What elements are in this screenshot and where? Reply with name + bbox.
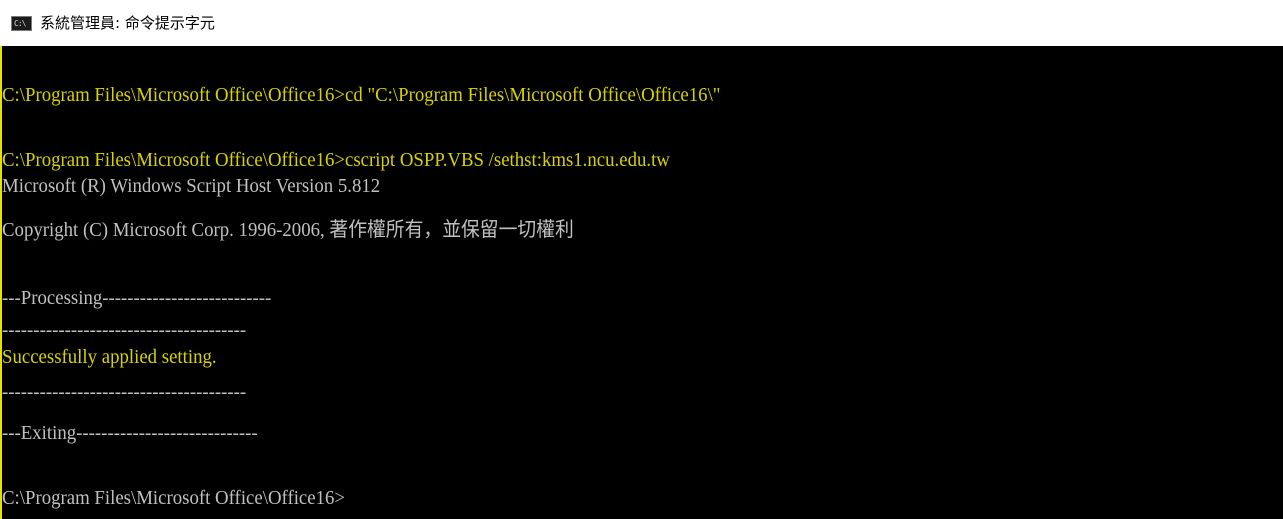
console-output[interactable]: C:\Program Files\Microsoft Office\Office… [0, 46, 1283, 519]
cmd-icon[interactable]: C:\ [11, 16, 32, 31]
window-title: 系統管理員: 命令提示字元 [40, 14, 215, 32]
window-titlebar: C:\ 系統管理員: 命令提示字元 [0, 0, 1283, 46]
console-line-cscript: C:\Program Files\Microsoft Office\Office… [2, 149, 670, 171]
console-line-success: Successfully applied setting. [2, 346, 217, 368]
console-line-cd: C:\Program Files\Microsoft Office\Office… [2, 84, 721, 106]
console-line-exiting: ---Exiting----------------------------- [2, 422, 258, 444]
console-line-wsh-version: Microsoft (R) Windows Script Host Versio… [2, 175, 381, 197]
console-line-copyright: Copyright (C) Microsoft Corp. 1996-2006,… [2, 219, 574, 241]
console-line-separator-1: --------------------------------------- [2, 319, 247, 341]
cmd-icon-glyph: C:\ [14, 19, 26, 28]
console-line-prompt[interactable]: C:\Program Files\Microsoft Office\Office… [2, 486, 345, 510]
console-line-processing: ---Processing--------------------------- [2, 287, 272, 309]
console-line-separator-2: --------------------------------------- [2, 381, 247, 403]
console-selection-bar [0, 46, 2, 519]
